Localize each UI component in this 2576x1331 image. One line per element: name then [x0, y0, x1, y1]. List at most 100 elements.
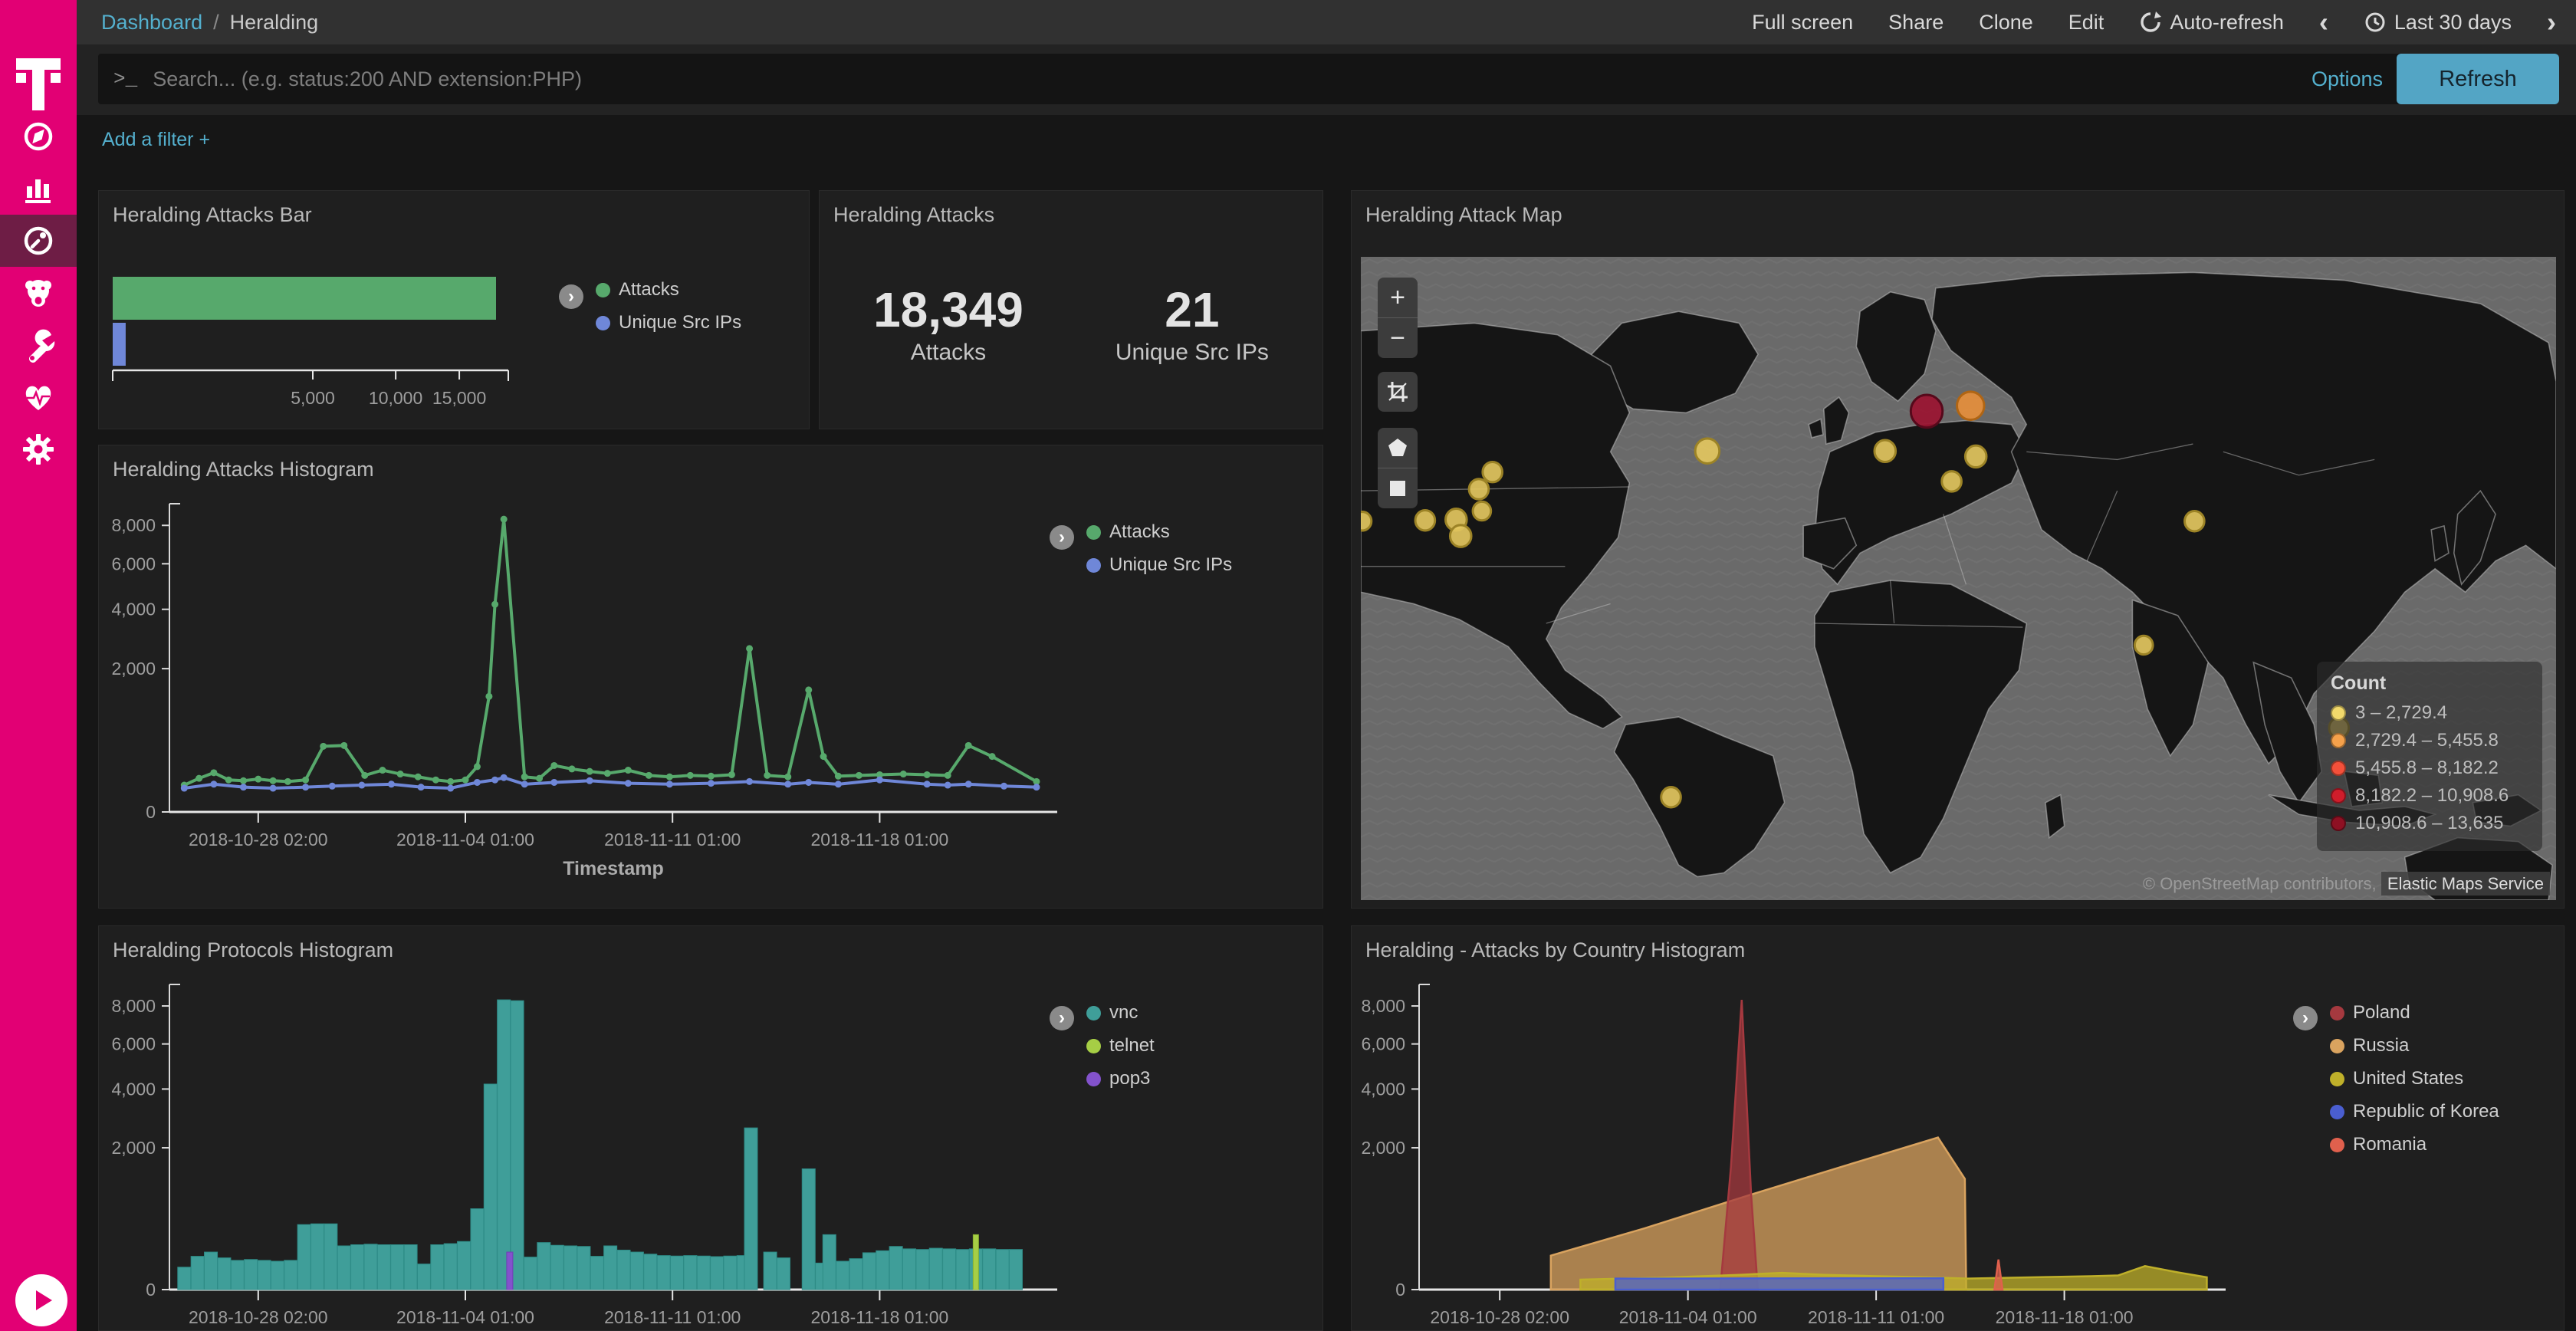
svg-text:8,000: 8,000: [111, 515, 156, 535]
legend-dot: [596, 283, 610, 297]
count-legend-dot: [2331, 788, 2346, 804]
count-legend-title: Count: [2331, 672, 2528, 695]
map-zoom-controls: + −: [1378, 278, 1418, 358]
legend-item[interactable]: Poland: [2330, 1002, 2499, 1024]
panel-heralding-attack-map: Heralding Attack Map: [1351, 190, 2564, 909]
legend-dot: [2330, 1006, 2344, 1020]
svg-text:6,000: 6,000: [111, 554, 156, 573]
svg-text:4,000: 4,000: [111, 1079, 156, 1099]
gear-icon: [21, 432, 56, 467]
lion-icon: [21, 275, 56, 311]
filter-bar: Add a filter +: [77, 115, 2576, 166]
svg-text:2018-11-04 01:00: 2018-11-04 01:00: [396, 830, 534, 850]
telekom-t-logo[interactable]: [16, 58, 61, 110]
count-legend-label: 5,455.8 – 8,182.2: [2355, 758, 2499, 779]
map-fit-bounds-button[interactable]: [1378, 372, 1418, 412]
legend-item[interactable]: pop3: [1086, 1068, 1155, 1089]
svg-text:2018-10-28 02:00: 2018-10-28 02:00: [189, 830, 328, 850]
legend-item[interactable]: Russia: [2330, 1035, 2499, 1057]
svg-text:6,000: 6,000: [1361, 1034, 1405, 1054]
legend-label: Republic of Korea: [2353, 1101, 2499, 1122]
svg-text:2,000: 2,000: [1361, 1138, 1405, 1158]
metric-unique-src-ips: 21 Unique Src IPs: [1116, 283, 1269, 366]
legend-collapse-arrow-icon[interactable]: ›: [559, 284, 583, 309]
legend-item[interactable]: Romania: [2330, 1134, 2499, 1155]
elastic-maps-service-link[interactable]: Elastic Maps Service: [2381, 872, 2550, 896]
sidebar-item-management[interactable]: [0, 423, 77, 475]
legend-label: United States: [2353, 1068, 2463, 1089]
legend-item[interactable]: Unique Src IPs: [596, 312, 741, 334]
time-back-button[interactable]: ‹: [2319, 8, 2328, 36]
time-range-picker[interactable]: Last 30 days: [2364, 11, 2512, 35]
legend-item[interactable]: Attacks: [596, 279, 741, 301]
legend-dot: [2330, 1138, 2344, 1152]
legend-item[interactable]: Republic of Korea: [2330, 1101, 2499, 1122]
legend-label: Unique Src IPs: [619, 312, 741, 334]
breadcrumb-current: Heralding: [230, 11, 319, 35]
map-draw-controls: [1378, 428, 1418, 508]
svg-text:10,000: 10,000: [369, 388, 422, 408]
svg-text:15,000: 15,000: [432, 388, 486, 408]
svg-text:2018-11-18 01:00: 2018-11-18 01:00: [810, 1307, 948, 1327]
sidebar-item-dashboard[interactable]: [0, 215, 77, 267]
legend-collapse-arrow-icon[interactable]: ›: [1050, 1006, 1074, 1030]
wrench-icon: [21, 327, 56, 363]
panel-heralding-attacks-histogram: Heralding Attacks Histogram 02,0004,0006…: [98, 445, 1323, 909]
panel-title: Heralding - Attacks by Country Histogram: [1365, 938, 1745, 962]
legend-label: telnet: [1109, 1035, 1155, 1057]
legend-item[interactable]: vnc: [1086, 1002, 1155, 1024]
time-forward-button[interactable]: ›: [2547, 8, 2556, 36]
svg-text:4,000: 4,000: [111, 600, 156, 619]
sidebar-item-timelion[interactable]: [0, 267, 77, 319]
sidebar-item-discover[interactable]: [0, 110, 77, 163]
add-filter-link[interactable]: Add a filter +: [102, 129, 210, 151]
svg-text:2018-11-04 01:00: 2018-11-04 01:00: [396, 1307, 534, 1327]
panel-title: Heralding Attack Map: [1365, 203, 1562, 227]
sidebar-item-monitoring[interactable]: [0, 371, 77, 423]
metric-group: 18,349 Attacks 21 Unique Src IPs: [820, 283, 1322, 366]
breadcrumb-dashboard-link[interactable]: Dashboard: [101, 11, 202, 35]
svg-text:2018-11-11 01:00: 2018-11-11 01:00: [604, 1307, 741, 1327]
kibana-dashboard-page: Dashboard / Heralding Full screen Share …: [0, 0, 2576, 1331]
svg-text:0: 0: [146, 1280, 156, 1300]
heartbeat-icon: [21, 380, 56, 415]
rectangle-icon: [1388, 479, 1407, 498]
legend-dot: [1086, 1006, 1101, 1020]
map-zoom-out-button[interactable]: −: [1378, 318, 1418, 358]
edit-button[interactable]: Edit: [2068, 11, 2104, 35]
full-screen-button[interactable]: Full screen: [1752, 11, 1853, 35]
legend-collapse-arrow-icon[interactable]: ›: [1050, 525, 1074, 550]
panel-heralding-protocols-histogram: Heralding Protocols Histogram 02,0004,00…: [98, 925, 1323, 1331]
metric-value: 21: [1116, 283, 1269, 337]
legend-item[interactable]: United States: [2330, 1068, 2499, 1089]
auto-refresh-button[interactable]: Auto-refresh: [2139, 11, 2284, 35]
legend-item[interactable]: Unique Src IPs: [1086, 554, 1232, 576]
sidebar-item-visualize[interactable]: [0, 163, 77, 215]
options-link[interactable]: Options: [2312, 67, 2383, 91]
map-zoom-in-button[interactable]: +: [1378, 278, 1418, 317]
count-legend-row: 5,455.8 – 8,182.2: [2331, 758, 2528, 779]
legend-item[interactable]: Attacks: [1086, 521, 1232, 543]
svg-text:8,000: 8,000: [111, 996, 156, 1016]
query-bar: >_ Options Refresh: [77, 44, 2576, 115]
refresh-button[interactable]: Refresh: [2397, 54, 2559, 104]
legend-dot: [2330, 1105, 2344, 1119]
sidebar-item-dev-tools[interactable]: [0, 319, 77, 371]
gauge-icon: [21, 223, 56, 258]
legend-collapse-arrow-icon[interactable]: ›: [2293, 1006, 2318, 1030]
share-button[interactable]: Share: [1888, 11, 1944, 35]
legend-item[interactable]: telnet: [1086, 1035, 1155, 1057]
legend-label: pop3: [1109, 1068, 1150, 1089]
clone-button[interactable]: Clone: [1979, 11, 2033, 35]
polygon-icon: [1387, 437, 1408, 458]
map-draw-polygon-button[interactable]: [1378, 428, 1418, 468]
svg-text:6,000: 6,000: [111, 1034, 156, 1054]
top-nav: Dashboard / Heralding Full screen Share …: [77, 0, 2576, 44]
svg-text:2,000: 2,000: [111, 1138, 156, 1158]
svg-text:2018-10-28 02:00: 2018-10-28 02:00: [1430, 1307, 1569, 1327]
svg-text:2018-11-04 01:00: 2018-11-04 01:00: [1619, 1307, 1757, 1327]
map-draw-rectangle-button[interactable]: [1378, 468, 1418, 508]
search-input[interactable]: [151, 67, 2312, 92]
world-map[interactable]: + − Count 3 – 2,729.42,729.4 – 5,455.85,…: [1361, 257, 2556, 900]
sidebar-expand-button[interactable]: [15, 1274, 67, 1326]
